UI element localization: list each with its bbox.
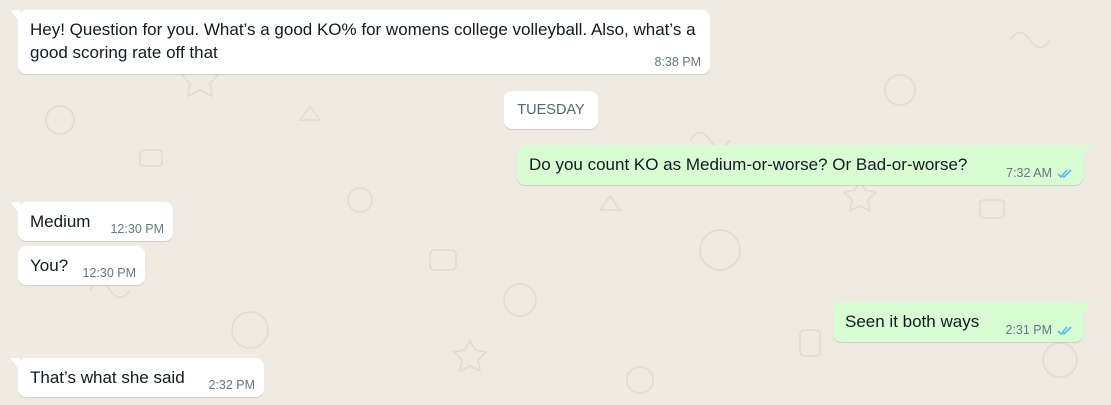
message-incoming[interactable]: Hey! Question for you. What’s a good KO%… — [10, 10, 710, 74]
timestamp: 2:32 PM — [208, 378, 255, 392]
message-time: 7:32 AM — [1006, 166, 1074, 180]
message-time: 8:38 PM — [654, 55, 701, 69]
message-text: Seen it both ways — [845, 312, 980, 331]
double-check-icon — [1057, 168, 1072, 178]
message-incoming[interactable]: You? 12:30 PM — [18, 246, 145, 285]
double-check-icon — [1057, 325, 1072, 335]
message-incoming[interactable]: Medium 12:30 PM — [10, 202, 173, 241]
message-outgoing[interactable]: Do you count KO as Medium-or-worse? Or B… — [517, 145, 1091, 185]
message-outgoing[interactable]: Seen it both ways 2:31 PM — [833, 302, 1091, 342]
chat-panel: Hey! Question for you. What’s a good KO%… — [0, 0, 1111, 405]
message-text: Medium — [30, 212, 91, 231]
bubble-tail-icon — [1081, 145, 1091, 157]
timestamp: 8:38 PM — [654, 55, 701, 69]
bubble-tail-icon — [10, 10, 20, 22]
timestamp: 2:31 PM — [1005, 323, 1052, 337]
bubble-tail-icon — [10, 202, 20, 214]
message-incoming[interactable]: That’s what she said 2:32 PM — [10, 358, 264, 397]
message-time: 2:31 PM — [1005, 323, 1074, 337]
message-text: That’s what she said — [30, 368, 185, 387]
timestamp: 12:30 PM — [82, 266, 136, 280]
message-text: Hey! Question for you. What’s a good KO%… — [30, 20, 696, 62]
date-separator: TUESDAY — [504, 91, 598, 129]
bubble-tail-icon — [1081, 302, 1091, 314]
message-time: 2:32 PM — [208, 378, 255, 392]
message-text: You? — [30, 256, 69, 275]
message-time: 12:30 PM — [82, 266, 136, 280]
timestamp: 12:30 PM — [110, 222, 164, 236]
message-time: 12:30 PM — [110, 222, 164, 236]
timestamp: 7:32 AM — [1006, 166, 1052, 180]
message-text: Do you count KO as Medium-or-worse? Or B… — [529, 155, 968, 174]
bubble-tail-icon — [10, 358, 20, 370]
